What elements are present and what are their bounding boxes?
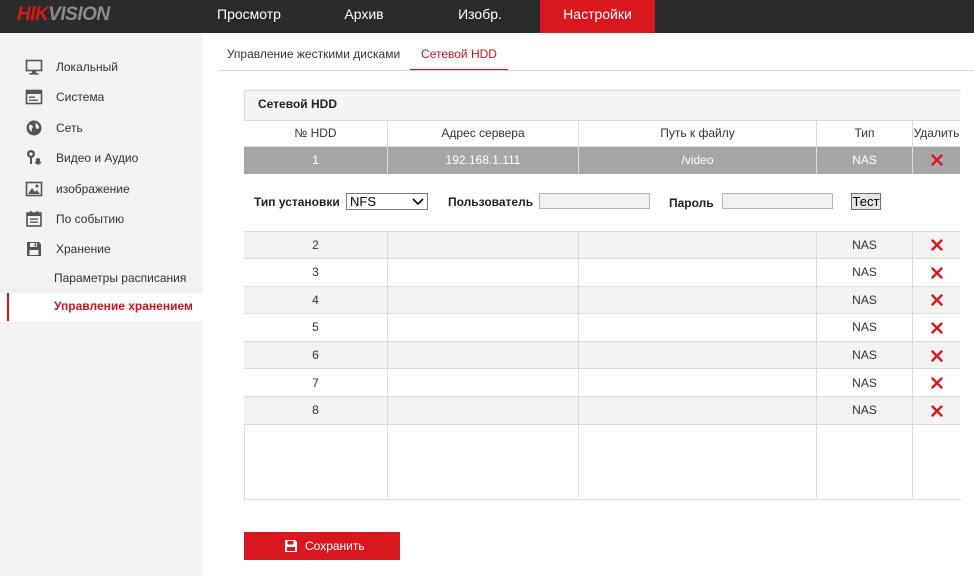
tab-hdd-management[interactable]: Управление жесткими дисками <box>221 47 406 69</box>
cell-type: NAS <box>852 348 877 362</box>
cell-hdd-no: 1 <box>312 153 319 167</box>
mount-type-select[interactable]: NFS <box>346 193 428 210</box>
cell-file-path: /video <box>681 153 714 167</box>
delete-icon[interactable] <box>931 322 943 334</box>
sidebar-item-label: Хранение <box>56 242 111 256</box>
mount-type-label: Тип установки <box>254 195 340 209</box>
cell-hdd-no: 7 <box>312 376 319 390</box>
cell-hdd-no: 8 <box>312 403 319 417</box>
delete-icon[interactable] <box>931 294 943 306</box>
grid-line <box>244 231 960 232</box>
grid-line <box>244 258 960 259</box>
sidebar-item-network[interactable]: Сеть <box>0 113 203 143</box>
grid-line <box>244 313 960 314</box>
delete-icon[interactable] <box>931 405 943 417</box>
grid-line <box>387 231 388 498</box>
cell-hdd-no: 4 <box>312 293 319 307</box>
grid-line <box>244 146 960 147</box>
grid-line <box>244 424 960 425</box>
cell-hdd-no: 5 <box>312 320 319 334</box>
monitor-icon <box>25 59 43 75</box>
cell-type: NAS <box>852 153 877 167</box>
grid-line <box>244 368 960 369</box>
password-label: Пароль <box>669 196 714 210</box>
grid-line <box>244 286 960 287</box>
sidebar-item-system[interactable]: Система <box>0 82 203 112</box>
active-indicator <box>7 293 9 321</box>
test-button[interactable]: Тест <box>851 193 881 210</box>
sidebar-item-label: Сеть <box>56 121 83 135</box>
panel-title: Сетевой HDD <box>258 97 337 111</box>
sidebar-item-label: Локальный <box>56 60 118 74</box>
delete-icon[interactable] <box>931 350 943 362</box>
sidebar-item-image[interactable]: изображение <box>0 174 203 204</box>
floppy-icon <box>285 540 297 552</box>
tab-net-hdd[interactable]: Сетевой HDD <box>410 47 508 71</box>
camera-mic-icon <box>27 150 42 165</box>
tab-divider <box>218 70 974 71</box>
save-button[interactable]: Сохранить <box>244 532 400 560</box>
grid-line <box>244 396 960 397</box>
user-label: Пользователь <box>448 195 534 209</box>
grid-line <box>244 120 960 121</box>
sidebar-item-storage[interactable]: Хранение <box>0 234 203 264</box>
chevron-down-icon <box>412 198 424 206</box>
cell-server-address: 192.168.1.111 <box>445 153 521 167</box>
image-icon <box>25 181 43 197</box>
sidebar-subitem-label: Параметры расписания <box>54 271 187 285</box>
floppy-icon <box>27 242 41 256</box>
sidebar-subitem-schedule[interactable]: Параметры расписания <box>0 265 203 293</box>
delete-icon[interactable] <box>931 377 943 389</box>
grid-line <box>578 231 579 498</box>
mount-type-value: NFS <box>350 194 376 209</box>
nav-live-view[interactable]: Просмотр <box>203 0 295 33</box>
password-input[interactable] <box>722 193 833 209</box>
cell-type: NAS <box>852 376 877 390</box>
nav-picture[interactable]: Изобр. <box>432 0 528 33</box>
top-bar: HIKVISION Просмотр Архив Изобр. Настройк… <box>0 0 974 33</box>
cell-type: NAS <box>852 265 877 279</box>
cell-type: NAS <box>852 293 877 307</box>
system-icon <box>25 89 43 105</box>
column-header-hdd-no: № HDD <box>294 126 337 140</box>
nav-playback[interactable]: Архив <box>320 0 408 33</box>
sidebar-subitem-label: Управление хранением <box>54 299 193 313</box>
sidebar-item-local[interactable]: Локальный <box>0 52 203 82</box>
sidebar-item-label: Система <box>56 90 105 104</box>
sidebar-item-video-audio[interactable]: Видео и Аудио <box>0 143 203 173</box>
hikvision-logo: HIKVISION <box>17 4 110 25</box>
grid-line <box>912 231 913 498</box>
column-header-server-address: Адрес сервера <box>441 126 525 140</box>
grid-line <box>244 341 960 342</box>
cell-hdd-no: 3 <box>312 265 319 279</box>
calendar-icon <box>26 211 42 227</box>
sidebar: Локальный Система Сеть Видео и Аудио изо… <box>0 33 203 576</box>
cell-type: NAS <box>852 403 877 417</box>
sidebar-item-label: По событию <box>56 212 125 226</box>
globe-icon <box>26 120 42 136</box>
cell-type: NAS <box>852 238 877 252</box>
save-button-label: Сохранить <box>305 539 365 553</box>
delete-icon[interactable] <box>931 239 943 251</box>
sidebar-item-label: Видео и Аудио <box>56 151 139 165</box>
column-header-type: Тип <box>854 126 875 140</box>
column-header-file-path: Путь к файлу <box>660 126 735 140</box>
nav-configuration[interactable]: Настройки <box>540 0 655 33</box>
sidebar-subitem-storage-management[interactable]: Управление хранением <box>0 293 203 321</box>
sidebar-item-event[interactable]: По событию <box>0 204 203 234</box>
cell-hdd-no: 6 <box>312 348 319 362</box>
column-header-delete: Удалить <box>913 126 960 140</box>
cell-hdd-no: 2 <box>312 238 319 252</box>
delete-icon[interactable] <box>931 267 943 279</box>
user-input[interactable] <box>539 193 650 209</box>
cell-type: NAS <box>852 320 877 334</box>
sidebar-item-label: изображение <box>56 182 130 196</box>
delete-icon[interactable] <box>931 154 943 166</box>
